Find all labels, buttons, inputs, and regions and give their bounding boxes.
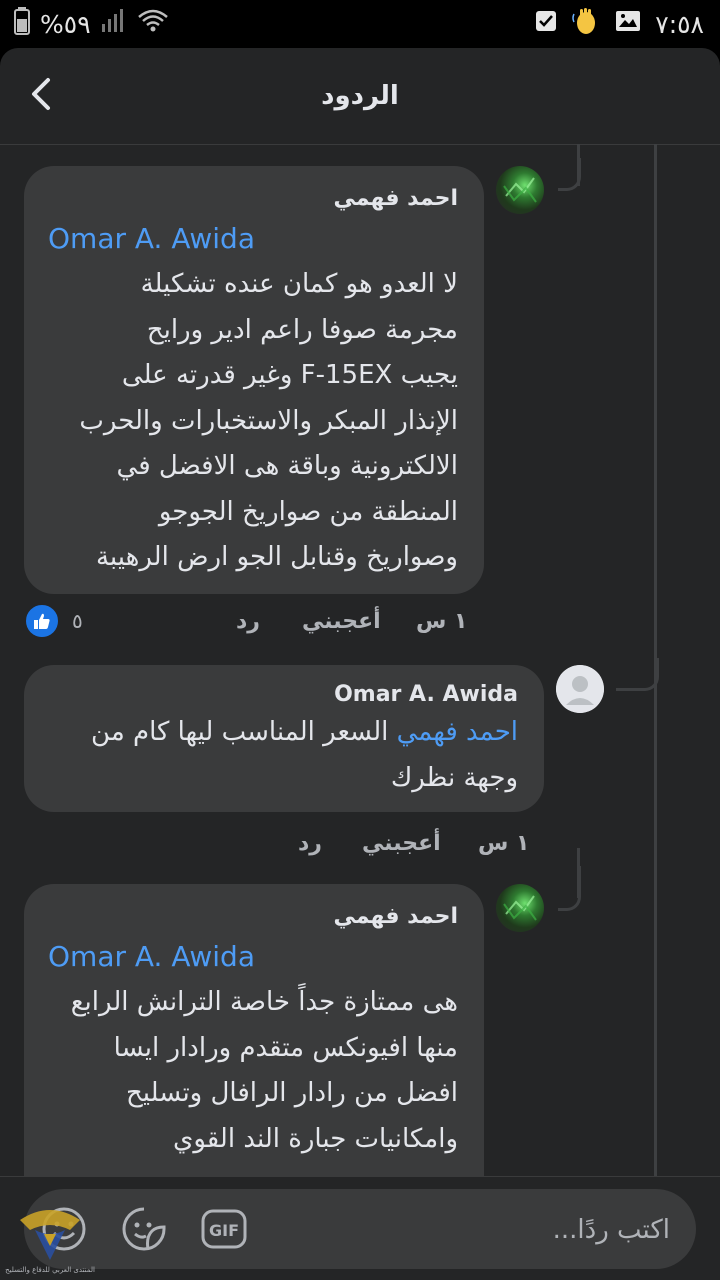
watermark-text: المنتدى العربي للدفاع والتسليح — [5, 1266, 95, 1274]
mention-link[interactable]: Omar A. Awida — [48, 940, 255, 973]
screen: %٥٩ ٧:٥٨ الردود احمد فهمي Omar A. Awida … — [0, 0, 720, 1280]
like-reaction-icon — [24, 603, 60, 639]
reply-button[interactable]: رد — [298, 831, 322, 856]
comment-line: وجهة نظرك — [390, 762, 518, 793]
status-bar: %٥٩ ٧:٥٨ — [0, 0, 720, 48]
signal-icon — [101, 8, 127, 41]
mention-link[interactable]: احمد فهمي — [397, 717, 518, 747]
reaction-summary[interactable]: ٥ — [24, 603, 83, 639]
profile-photo-icon — [503, 177, 537, 203]
comment-line-rest: السعر المناسب ليها كام من — [91, 717, 397, 747]
reply-input[interactable] — [348, 1189, 672, 1271]
wifi-icon — [137, 8, 169, 41]
comment-line: يجيب F-15EX وغير قدرته على — [121, 360, 458, 390]
comment-line: المنطقة من صواريخ الجوجو — [158, 496, 458, 527]
comment-line: منها افيونكس متقدم ورادار ايسا — [113, 1032, 458, 1063]
comment-line: افضل من رادار الرافال وتسليح — [126, 1078, 458, 1108]
comment-author[interactable]: Omar A. Awida — [334, 682, 518, 707]
gif-icon: GIF — [201, 1209, 247, 1249]
comment-time: ١ س — [416, 609, 468, 634]
battery-icon — [14, 6, 30, 42]
waving-hand-icon — [571, 6, 601, 43]
header: الردود — [0, 48, 720, 145]
comment-line: وامكانيات جبارة الند القوي — [173, 1123, 458, 1154]
thread-connector-c — [558, 866, 581, 911]
avatar[interactable] — [496, 884, 544, 932]
comment-line: هى ممتازة جداً خاصة الترانش الرابع — [70, 987, 458, 1017]
battery-percent: %٥٩ — [40, 9, 91, 39]
comment-line: مجرمة صوفا راعم ادير ورايح — [146, 314, 458, 345]
eagle-emblem-icon — [20, 1210, 80, 1260]
comment-bubble[interactable]: Omar A. Awida احمد فهمي السعر المناسب لي… — [24, 665, 544, 812]
comment-line: الإنذار المبكر والاستخبارات والحرب — [79, 405, 458, 436]
comment-text: هى ممتازة جداً خاصة الترانش الرابع منها … — [71, 980, 458, 1162]
default-avatar-icon — [556, 665, 604, 713]
like-button[interactable]: أعجبني — [302, 609, 381, 634]
like-button[interactable]: أعجبني — [362, 831, 441, 856]
chevron-left-icon — [32, 78, 50, 110]
comment-author[interactable]: احمد فهمي — [334, 186, 458, 211]
avatar[interactable] — [496, 166, 544, 214]
profile-photo-icon — [503, 895, 537, 921]
comment-bubble[interactable]: احمد فهمي Omar A. Awida لا العدو هو كمان… — [24, 166, 484, 594]
status-left: %٥٩ — [14, 6, 169, 42]
comment-time: ١ س — [478, 831, 530, 856]
comment-line: الالكترونية وباقة هى الافضل في — [116, 451, 458, 481]
checkbox-notification-icon — [535, 9, 557, 39]
reply-composer-bar: GIF — [0, 1176, 720, 1280]
avatar[interactable] — [556, 665, 604, 713]
comment-author[interactable]: احمد فهمي — [334, 904, 458, 929]
sticker-icon — [122, 1207, 166, 1251]
reply-composer[interactable]: GIF — [24, 1189, 696, 1271]
comment-line: وصواريخ وقنابل الجو ارض الرهيبة — [95, 542, 458, 572]
comment-line: احمد فهمي السعر المناسب ليها كام من — [91, 710, 518, 756]
reply-button[interactable]: رد — [236, 609, 260, 634]
gif-button[interactable]: GIF — [200, 1205, 248, 1253]
thread-connector-a — [558, 158, 581, 191]
back-button[interactable] — [18, 70, 66, 118]
reaction-count: ٥ — [72, 609, 83, 633]
image-notification-icon — [615, 9, 641, 39]
sticker-button[interactable] — [120, 1205, 168, 1253]
status-right: ٧:٥٨ — [535, 6, 704, 42]
thread-connector-b — [616, 658, 659, 691]
replies-sheet: الردود احمد فهمي Omar A. Awida لا العدو … — [0, 48, 720, 1280]
comment-text: احمد فهمي السعر المناسب ليها كام من وجهة… — [91, 710, 518, 801]
gif-label: GIF — [209, 1221, 239, 1240]
clock: ٧:٥٨ — [655, 9, 704, 39]
page-title: الردود — [321, 81, 399, 111]
comment-line: لا العدو هو كمان عنده تشكيلة — [140, 269, 458, 299]
comment-text: لا العدو هو كمان عنده تشكيلة مجرمة صوفا … — [79, 262, 458, 581]
mention-link[interactable]: Omar A. Awida — [48, 222, 255, 255]
